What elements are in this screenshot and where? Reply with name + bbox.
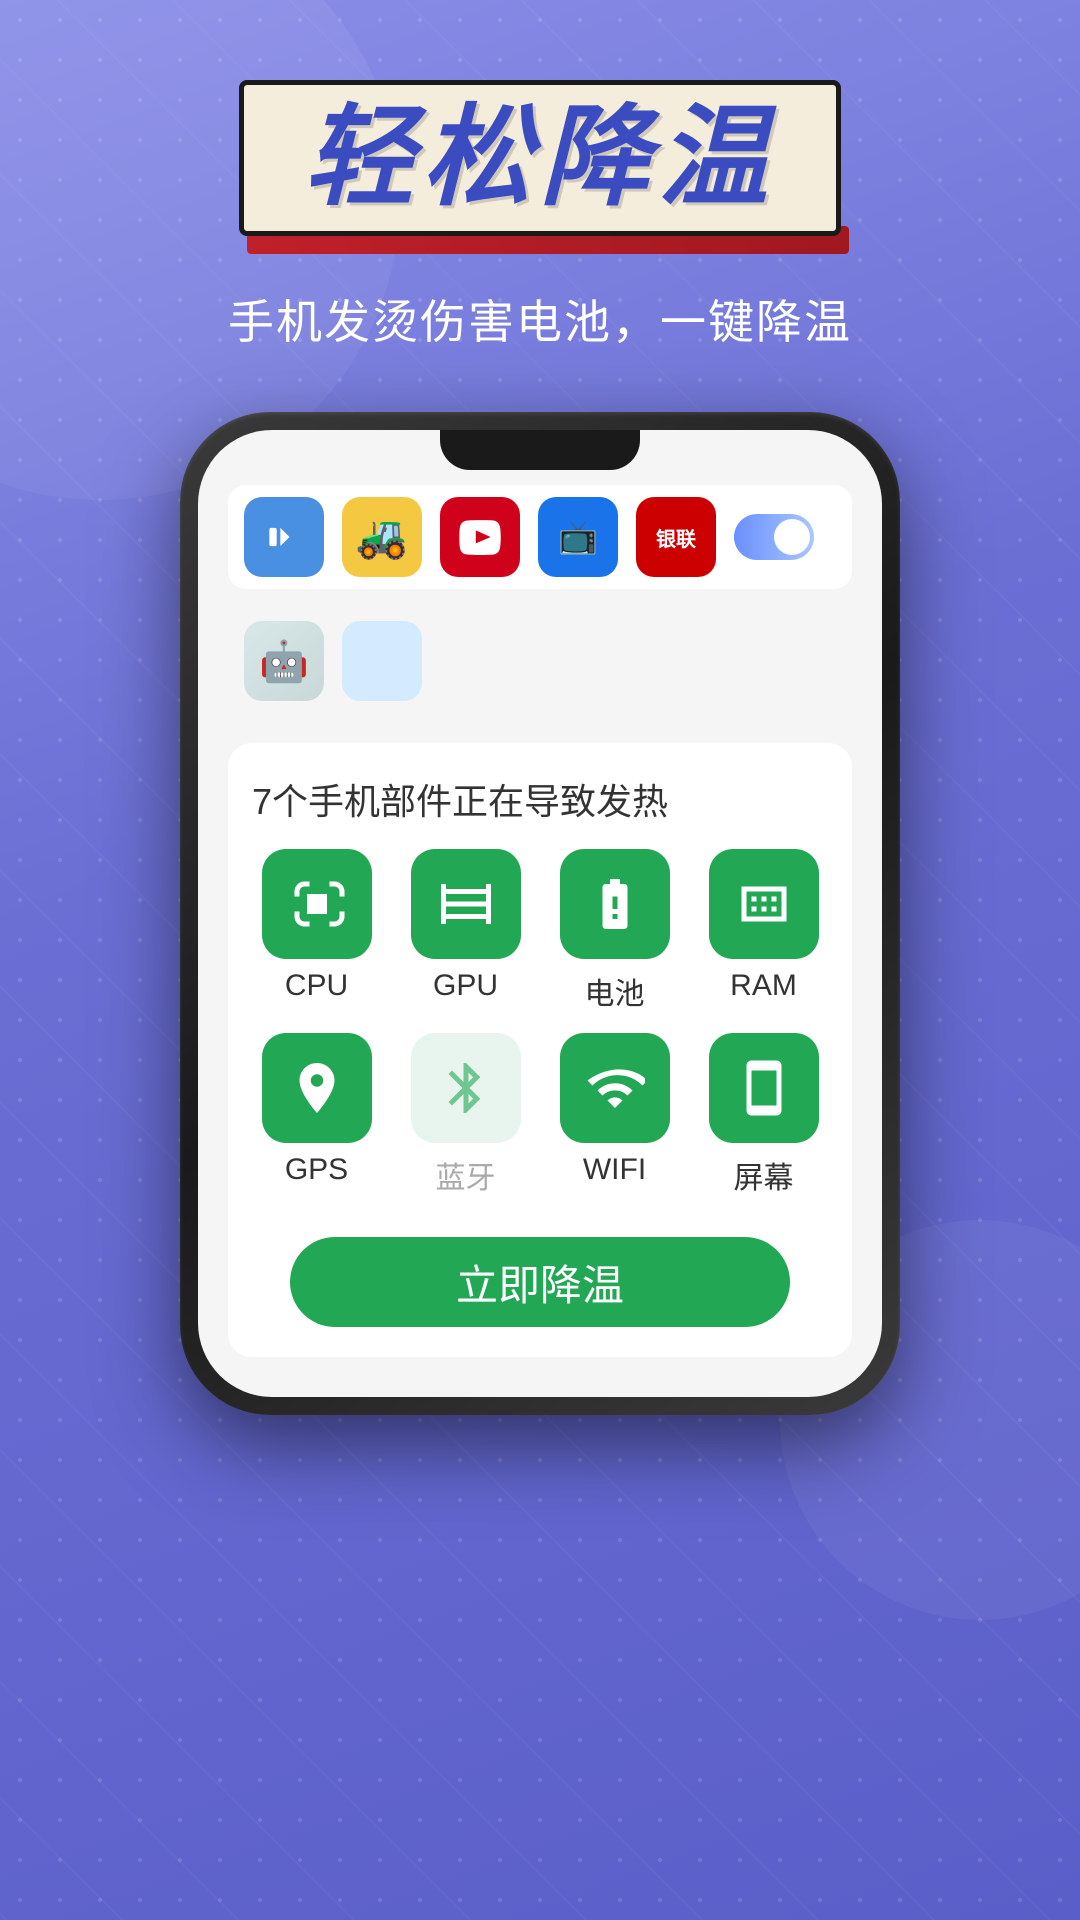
component-ram[interactable]: RAM	[699, 849, 828, 1013]
cta-button[interactable]: 立即降温	[290, 1237, 790, 1327]
gpu-label: GPU	[433, 969, 498, 1003]
component-grid: CPU GPU	[252, 849, 828, 1197]
component-gps[interactable]: GPS	[252, 1033, 381, 1197]
battery-icon	[585, 874, 645, 934]
wifi-icon-bg	[560, 1033, 670, 1143]
heating-count-text: 7个手机部件正在导致发热	[252, 773, 828, 825]
heating-section: 7个手机部件正在导致发热 CPU	[228, 743, 852, 1357]
phone-mockup: 🚜 📺 银联 🤖	[180, 412, 900, 1415]
app-icon-tv[interactable]: 📺	[538, 497, 618, 577]
battery-label: 电池	[585, 969, 645, 1013]
screen-icon	[734, 1058, 794, 1118]
app-icon-unionpay[interactable]: 银联	[636, 497, 716, 577]
wifi-label: WIFI	[583, 1153, 646, 1187]
ram-icon-bg	[709, 849, 819, 959]
component-bluetooth[interactable]: 蓝牙	[401, 1033, 530, 1197]
phone-notch	[440, 430, 640, 470]
app-icon-forward[interactable]	[244, 497, 324, 577]
app-icon-robot[interactable]: 🤖	[244, 621, 324, 701]
app-row-2: 🤖	[228, 609, 852, 713]
title-banner: 轻松降温	[239, 80, 841, 236]
ram-icon	[734, 874, 794, 934]
cpu-icon-bg	[262, 849, 372, 959]
cpu-label: CPU	[285, 969, 348, 1003]
component-battery[interactable]: 电池	[550, 849, 679, 1013]
gps-icon-bg	[262, 1033, 372, 1143]
app-icon-toggle[interactable]	[734, 514, 814, 560]
bluetooth-icon	[436, 1058, 496, 1118]
app-row-1: 🚜 📺 银联	[228, 485, 852, 589]
app-icon-youtube[interactable]	[440, 497, 520, 577]
screen-icon-bg	[709, 1033, 819, 1143]
component-screen[interactable]: 屏幕	[699, 1033, 828, 1197]
subtitle-text: 手机发烫伤害电池，一键降温	[228, 286, 852, 352]
gps-label: GPS	[285, 1153, 348, 1187]
main-title: 轻松降温	[304, 96, 776, 219]
screen-label: 屏幕	[734, 1153, 794, 1197]
bluetooth-icon-bg	[411, 1033, 521, 1143]
ram-label: RAM	[730, 969, 797, 1003]
component-wifi[interactable]: WIFI	[550, 1033, 679, 1197]
app-icon-light[interactable]	[342, 621, 422, 701]
gpu-icon-bg	[411, 849, 521, 959]
bluetooth-label: 蓝牙	[436, 1153, 496, 1197]
component-cpu[interactable]: CPU	[252, 849, 381, 1013]
wifi-icon	[585, 1058, 645, 1118]
battery-icon-bg	[560, 849, 670, 959]
gps-icon	[287, 1058, 347, 1118]
component-gpu[interactable]: GPU	[401, 849, 530, 1013]
cpu-icon	[287, 874, 347, 934]
app-icon-truck[interactable]: 🚜	[342, 497, 422, 577]
gpu-icon	[436, 874, 496, 934]
cta-button-label: 立即降温	[456, 1252, 624, 1313]
